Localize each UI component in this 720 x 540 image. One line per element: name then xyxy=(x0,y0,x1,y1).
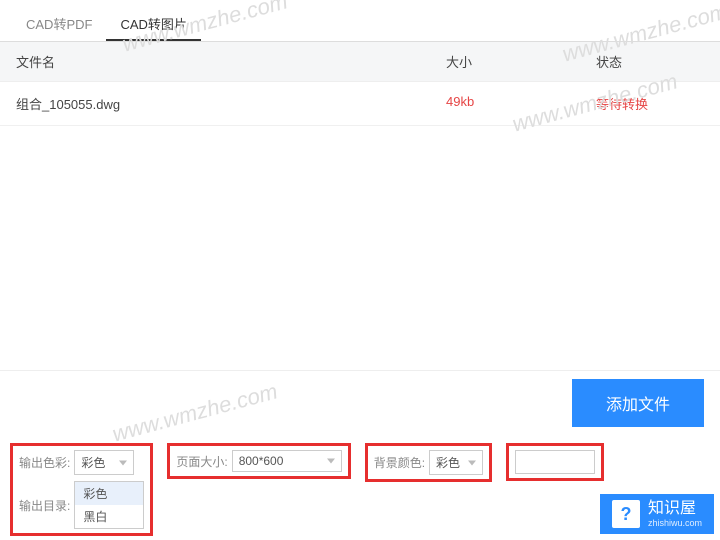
question-icon: ? xyxy=(612,500,640,528)
table-row[interactable]: 组合_105055.dwg 49kb 等待转换 xyxy=(0,82,720,126)
setting-extra xyxy=(506,443,604,481)
label-output-color: 输出色彩: xyxy=(19,454,70,471)
header-filename: 文件名 xyxy=(16,52,446,71)
tab-cad-to-image[interactable]: CAD转图片 xyxy=(106,8,200,41)
cell-size: 49kb xyxy=(446,94,596,113)
header-status: 状态 xyxy=(596,52,704,71)
setting-output-color: 输出色彩: 彩色 输出目录: 彩色 黑白 xyxy=(10,443,153,536)
extra-input[interactable] xyxy=(515,450,595,474)
label-output-dir: 输出目录: xyxy=(19,497,70,514)
select-page-size[interactable]: 800*600 xyxy=(232,450,342,472)
brand-logo: ? 知识屋 zhishiwu.com xyxy=(600,494,714,534)
setting-page-size: 页面大小: 800*600 xyxy=(167,443,350,479)
brand-name: 知识屋 xyxy=(648,501,702,517)
tab-cad-to-pdf[interactable]: CAD转PDF xyxy=(12,8,106,41)
brand-sub: zhishiwu.com xyxy=(648,519,702,528)
dropdown-output-color: 彩色 黑白 xyxy=(74,481,144,529)
label-bg-color: 背景颜色: xyxy=(374,454,425,471)
header-size: 大小 xyxy=(446,52,596,71)
cell-status: 等待转换 xyxy=(596,94,704,113)
label-page-size: 页面大小: xyxy=(176,453,227,470)
setting-bg-color: 背景颜色: 彩色 xyxy=(365,443,492,482)
select-bg-color[interactable]: 彩色 xyxy=(429,450,483,475)
select-output-color[interactable]: 彩色 xyxy=(74,450,134,475)
add-file-button[interactable]: 添加文件 xyxy=(572,379,704,427)
cell-filename: 组合_105055.dwg xyxy=(16,94,446,113)
table-header: 文件名 大小 状态 xyxy=(0,42,720,82)
tab-bar: CAD转PDF CAD转图片 xyxy=(0,0,720,42)
dropdown-option-bw[interactable]: 黑白 xyxy=(75,505,143,528)
dropdown-option-color[interactable]: 彩色 xyxy=(75,482,143,505)
